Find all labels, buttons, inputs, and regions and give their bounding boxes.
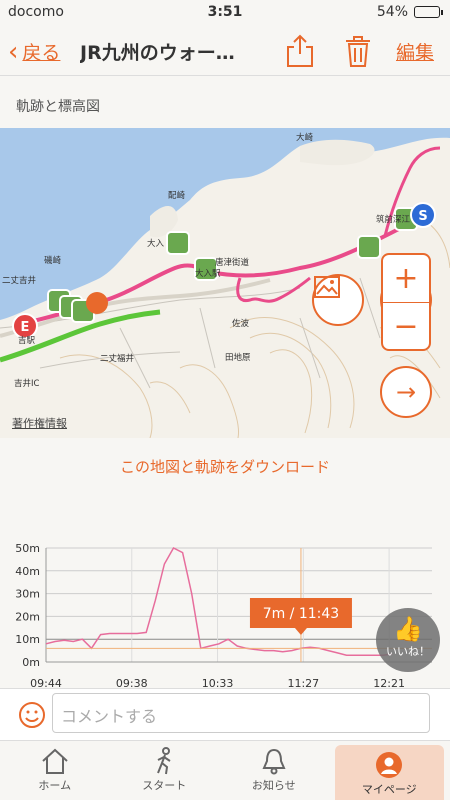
map-label: 佐波: [232, 318, 250, 329]
edit-button[interactable]: 編集: [396, 38, 434, 65]
map-label: 二丈福井: [100, 353, 134, 364]
zoom-out-button[interactable]: −: [383, 302, 429, 349]
tab-label: マイページ: [361, 783, 417, 796]
map-label: 大入駅: [195, 268, 221, 279]
person-icon: [376, 752, 403, 778]
share-icon[interactable]: [284, 34, 316, 68]
trash-icon[interactable]: [342, 34, 374, 68]
start-marker: S: [418, 209, 427, 224]
zoom-in-button[interactable]: +: [383, 255, 429, 302]
copyright-link[interactable]: 著作権情報: [12, 415, 67, 431]
tab-bar: ホーム スタート お知らせ マイページ: [0, 740, 450, 800]
back-label: 戻る: [22, 42, 61, 64]
elevation-chart[interactable]: 50m 40m 30m 20m 10m 0m 09:44 09:38 10:33 11:27 12:…: [0, 520, 450, 688]
y-tick-label: 10m: [15, 633, 40, 646]
x-tick-label: 09:44: [30, 677, 62, 688]
next-button[interactable]: →: [380, 366, 432, 418]
zoom-control: + −: [381, 253, 431, 351]
status-bar: docomo 3:51 54%: [0, 0, 450, 26]
y-tick-label: 40m: [15, 565, 40, 578]
tab-label: ホーム: [38, 779, 72, 792]
chevron-left-icon: ‹: [8, 36, 19, 67]
map-label: 吉駅: [18, 336, 36, 346]
x-tick-label: 10:33: [202, 677, 234, 688]
tab-home[interactable]: ホーム: [0, 741, 110, 800]
y-tick-label: 0m: [22, 656, 40, 669]
x-tick-label: 11:27: [287, 677, 319, 688]
back-button[interactable]: ‹ 戻る: [8, 38, 60, 65]
map-label: 筑前深江: [376, 214, 411, 225]
section-title: 軌跡と標高図: [16, 99, 100, 115]
map-label: 大崎: [296, 132, 314, 143]
nav-bar: ‹ 戻る JR九州のウォー… 編集: [0, 26, 450, 76]
arrow-right-icon: →: [395, 378, 417, 406]
thumbs-up-icon: 👍: [393, 615, 423, 643]
map-label: 田地原: [225, 352, 251, 363]
tab-start[interactable]: スタート: [110, 741, 220, 800]
bell-icon: [262, 748, 286, 775]
tab-label: お知らせ: [251, 779, 296, 792]
comment-input[interactable]: コメントする: [52, 693, 430, 733]
x-tick-label: 12:21: [373, 677, 405, 688]
map-label: 吉井IC: [14, 378, 40, 389]
y-tick-label: 20m: [15, 610, 40, 623]
layer-image-button[interactable]: [312, 274, 364, 326]
x-tick-label: 09:38: [116, 677, 148, 688]
y-tick-label: 50m: [15, 542, 40, 555]
map-label: 磯崎: [44, 255, 62, 266]
map-label: 唐津街道: [215, 257, 250, 268]
battery-percent: 54%: [376, 4, 408, 20]
home-icon: [42, 748, 68, 774]
tooltip-pointer: [294, 628, 307, 635]
walk-icon: [157, 747, 171, 775]
like-label: いいね！: [386, 645, 430, 658]
image-icon: [314, 276, 340, 298]
map-label: 配崎: [168, 190, 186, 201]
map-label: 二丈吉井: [2, 275, 36, 286]
end-marker: E: [21, 320, 30, 335]
tab-notifications[interactable]: お知らせ: [219, 741, 329, 800]
map-label: 大入: [147, 238, 165, 249]
like-button[interactable]: 👍 いいね！: [376, 608, 440, 672]
comment-bar: コメントする: [0, 688, 450, 740]
tab-mypage[interactable]: マイページ: [334, 745, 444, 800]
battery-icon: [414, 6, 443, 18]
page-title: JR九州のウォー…: [80, 42, 235, 64]
smile-icon[interactable]: [18, 701, 46, 729]
download-link[interactable]: この地図と軌跡をダウンロード: [0, 456, 450, 477]
map-view[interactable]: E S 大入大入駅 唐津街道佐波田地原 二丈福井吉井IC 配崎 大崎筑前深江二丈吉井吉駅…: [0, 128, 450, 438]
tab-label: スタート: [142, 779, 187, 792]
tooltip-label: 7m / 11:43: [263, 606, 340, 622]
y-tick-label: 30m: [15, 588, 40, 601]
